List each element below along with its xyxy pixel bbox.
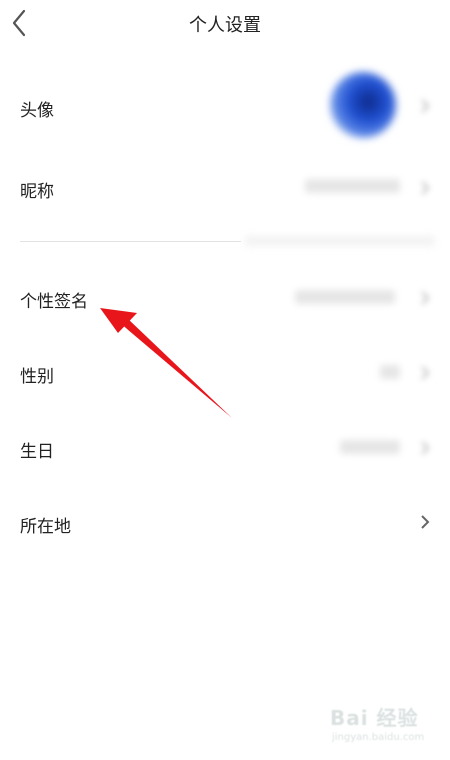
chevron-right-icon [421,99,430,113]
watermark-logo-text: Bai 经验 [330,706,419,730]
birthday-value-redacted [340,440,400,454]
chevron-right-icon [421,291,430,305]
watermark-url: jingyan.baidu.com [332,732,425,743]
chevron-right-icon [421,441,430,455]
avatar[interactable] [330,72,396,138]
settings-row-location[interactable]: 所在地 [0,500,450,546]
divider [245,236,435,246]
page-title: 个人设置 [189,15,261,36]
watermark: Bai 经验 jingyan.baidu.com [330,702,430,754]
chevron-right-icon [421,515,430,529]
settings-row-signature[interactable]: 个性签名 [0,275,450,321]
chevron-right-icon [421,181,430,195]
row-label: 昵称 [20,182,54,202]
signature-value-redacted [295,290,395,304]
settings-row-nickname[interactable]: 昵称 [0,165,450,211]
divider [20,241,241,242]
chevron-right-icon [421,366,430,380]
gender-value-redacted [380,365,400,379]
settings-row-birthday[interactable]: 生日 [0,425,450,471]
row-label: 个性签名 [20,292,88,312]
nickname-value-redacted [305,179,400,193]
settings-row-gender[interactable]: 性别 [0,350,450,396]
row-label: 性别 [20,367,54,387]
row-label: 头像 [20,101,54,121]
row-label: 所在地 [20,517,71,537]
header-bar: 个人设置 [0,0,450,46]
row-label: 生日 [20,442,54,462]
